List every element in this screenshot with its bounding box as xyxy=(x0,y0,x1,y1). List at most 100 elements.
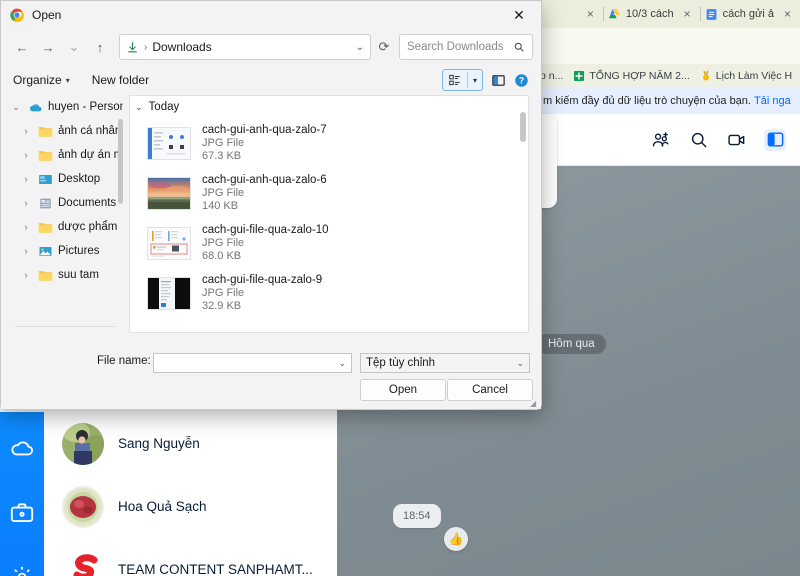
chevron-down-icon[interactable]: ⌄ xyxy=(338,358,346,369)
tab-close-icon[interactable]: × xyxy=(679,7,696,21)
chevron-down-icon[interactable]: ⌄ xyxy=(356,42,364,53)
onedrive-icon xyxy=(28,101,43,114)
breadcrumb-separator: › xyxy=(144,42,147,53)
tab-close-icon[interactable]: × xyxy=(779,7,796,21)
file-thumbnail xyxy=(147,227,191,260)
tree-item-desktop[interactable]: › Desktop xyxy=(5,167,123,191)
file-list-pane: ⌄ Today xyxy=(129,95,529,333)
browser-tab-0[interactable]: × xyxy=(578,0,603,28)
tab-close-icon[interactable]: × xyxy=(582,7,599,21)
cancel-button[interactable]: Cancel xyxy=(447,379,533,401)
browser-tab-1[interactable]: 10/3 cách × xyxy=(604,0,700,28)
list-item[interactable]: Hoa Quả Sạch xyxy=(44,475,337,538)
tab-title: cách gửi ả xyxy=(723,8,774,20)
day-chip: Hôm qua xyxy=(537,334,606,354)
tree-item-duoc-pham[interactable]: › dược phẩm xyxy=(5,215,123,239)
file-name: cach-gui-anh-qua-zalo-6 xyxy=(202,174,327,186)
chevron-right-icon[interactable]: › xyxy=(19,246,33,256)
folder-icon xyxy=(38,149,53,162)
file-size: 67.3 KB xyxy=(202,150,327,162)
chevron-right-icon[interactable]: › xyxy=(19,198,33,208)
organize-button[interactable]: Organize ▾ xyxy=(13,73,70,87)
up-button[interactable]: ↑ xyxy=(87,34,113,60)
breadcrumb[interactable]: Downloads xyxy=(152,40,211,54)
google-docs-icon xyxy=(705,8,718,21)
svg-text:?: ? xyxy=(519,75,524,85)
list-item[interactable]: TEAM CONTENT SANPHAMT... xyxy=(44,538,337,576)
open-button[interactable]: Open xyxy=(360,379,446,401)
gear-icon[interactable] xyxy=(9,564,35,576)
file-list-item[interactable]: cach-gui-anh-qua-zalo-7 JPG File 67.3 KB xyxy=(130,118,528,168)
file-list-item[interactable]: cach-gui-file-qua-zalo-9 JPG File 32.9 K… xyxy=(130,268,528,318)
chevron-right-icon[interactable]: › xyxy=(19,270,33,280)
bookmark-item-2[interactable]: Lịch Làm Việc H xyxy=(700,70,792,82)
file-meta: cach-gui-file-qua-zalo-10 JPG File 68.0 … xyxy=(202,224,329,262)
bookmark-item-0[interactable]: p n... xyxy=(540,70,563,82)
message-timestamp: 18:54 xyxy=(393,504,441,528)
file-size: 32.9 KB xyxy=(202,300,322,312)
documents-icon xyxy=(38,197,53,210)
search-input[interactable]: Search Downloads xyxy=(399,34,533,60)
file-thumbnail xyxy=(147,177,191,210)
tree-item-suu-tam[interactable]: › suu tam xyxy=(5,263,123,287)
dialog-command-bar: Organize ▾ New folder ▾ xyxy=(1,65,541,95)
list-item[interactable]: Sang Nguyễn xyxy=(44,412,337,475)
search-icon[interactable] xyxy=(688,129,710,151)
like-reaction-button[interactable]: 👍 xyxy=(444,527,468,551)
conversation-name: Hoa Quả Sạch xyxy=(118,499,207,514)
briefcase-icon[interactable] xyxy=(9,500,35,526)
dialog-titlebar[interactable]: Open xyxy=(1,1,541,29)
tree-item-documents[interactable]: › Documents xyxy=(5,191,123,215)
back-button[interactable]: ← xyxy=(9,34,35,60)
chevron-down-icon[interactable]: ⌄ xyxy=(9,102,23,113)
close-icon[interactable]: ✕ xyxy=(497,1,541,29)
chevron-down-icon[interactable]: ▾ xyxy=(468,76,482,85)
chevron-right-icon[interactable]: › xyxy=(19,126,33,136)
chevron-down-icon[interactable]: ⌄ xyxy=(516,358,524,369)
file-type: JPG File xyxy=(202,187,327,199)
cloud-icon[interactable] xyxy=(9,436,35,462)
bookmark-item-1[interactable]: TỔNG HỢP NĂM 2... xyxy=(573,70,689,82)
recent-locations-button[interactable]: ⌄ xyxy=(61,34,87,60)
view-options-button[interactable]: ▾ xyxy=(442,69,483,91)
navigation-pane-scrollbar[interactable] xyxy=(118,119,123,204)
navigation-pane: ⌄ huyen - Persona › ảnh cá nhân › xyxy=(5,95,123,333)
search-icon xyxy=(513,41,525,53)
search-placeholder: Search Downloads xyxy=(407,41,504,53)
file-group-header[interactable]: ⌄ Today xyxy=(130,96,528,118)
dialog-title: Open xyxy=(32,8,61,22)
forward-button[interactable]: → xyxy=(35,34,61,60)
add-members-icon[interactable] xyxy=(650,129,672,151)
video-call-icon[interactable] xyxy=(726,129,748,151)
address-breadcrumb-bar[interactable]: › Downloads ⌄ xyxy=(119,34,371,60)
file-list-item[interactable]: cach-gui-file-qua-zalo-10 JPG File 68.0 … xyxy=(130,218,528,268)
chevron-right-icon[interactable]: › xyxy=(19,150,33,160)
preview-pane-icon[interactable] xyxy=(491,73,506,88)
info-panel-icon[interactable] xyxy=(764,129,786,151)
tab-title: 10/3 cách xyxy=(626,8,674,20)
help-icon[interactable]: ? xyxy=(514,73,529,88)
file-list-scrollbar[interactable] xyxy=(520,112,526,142)
tree-item-anh-ca-nhan[interactable]: › ảnh cá nhân xyxy=(5,119,123,143)
chevron-down-icon[interactable]: ⌄ xyxy=(135,102,143,113)
new-folder-button[interactable]: New folder xyxy=(92,73,149,87)
file-type: JPG File xyxy=(202,287,322,299)
filename-input[interactable]: ⌄ xyxy=(153,353,352,373)
refresh-button[interactable]: ⟳ xyxy=(371,34,397,60)
browser-tab-2[interactable]: cách gửi ả × xyxy=(701,0,800,28)
resize-grip[interactable]: ◢ xyxy=(530,399,538,407)
file-list-item[interactable]: cach-gui-anh-qua-zalo-6 JPG File 140 KB xyxy=(130,168,528,218)
tree-item-root[interactable]: ⌄ huyen - Persona xyxy=(5,95,123,119)
banner-download-link[interactable]: Tải nga xyxy=(754,95,791,107)
file-meta: cach-gui-file-qua-zalo-9 JPG File 32.9 K… xyxy=(202,274,322,312)
tree-item-pictures[interactable]: › Pictures xyxy=(5,239,123,263)
file-thumbnail xyxy=(147,127,191,160)
tree-item-label: huyen - Persona xyxy=(48,101,123,113)
filetype-select[interactable]: Tệp tùy chỉnh ⌄ xyxy=(360,353,530,373)
banner-text: ìm kiếm đầy đủ dữ liệu trò chuyện của bạ… xyxy=(540,95,751,107)
organize-label: Organize xyxy=(13,73,62,87)
chevron-right-icon[interactable]: › xyxy=(19,174,33,184)
tree-item-anh-du-an-mk[interactable]: › ảnh dự án mk xyxy=(5,143,123,167)
chevron-right-icon[interactable]: › xyxy=(19,222,33,232)
folder-icon xyxy=(38,269,53,282)
